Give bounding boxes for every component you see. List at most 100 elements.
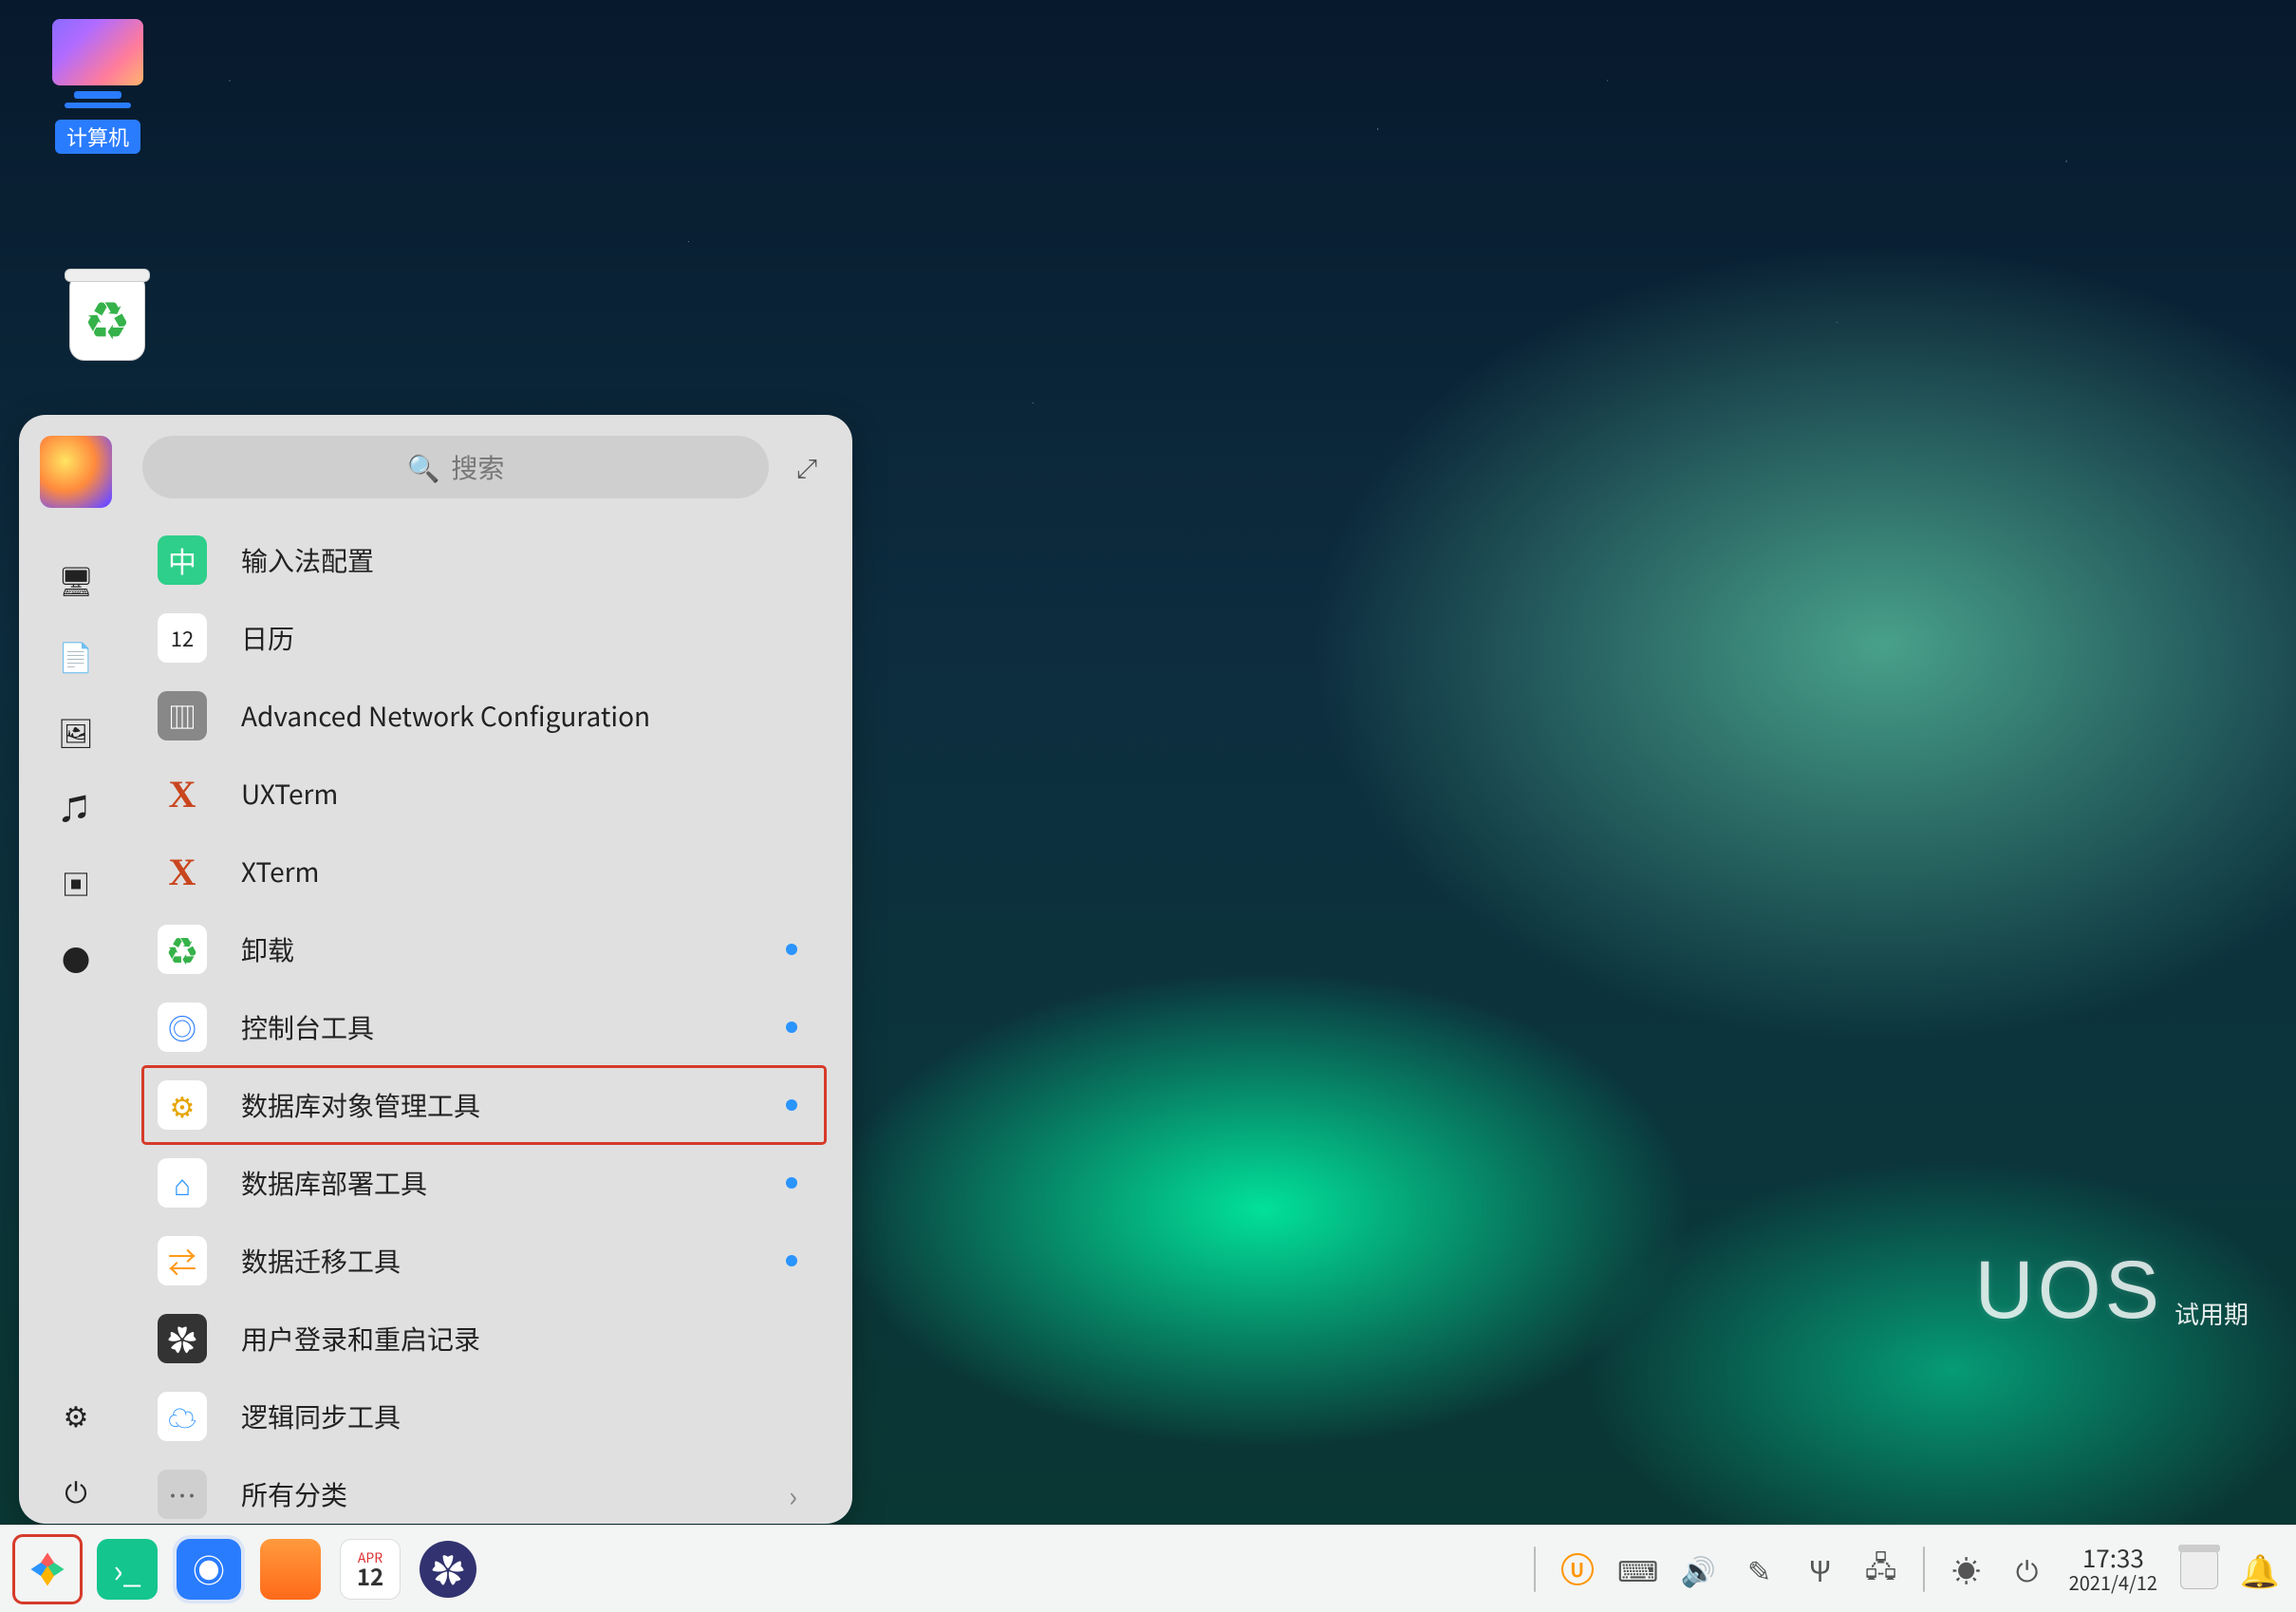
- taskbar-file-manager-button[interactable]: ◉: [177, 1539, 241, 1600]
- dots-icon: ⋯: [158, 1470, 207, 1519]
- app-db-object-management[interactable]: ⚙ 数据库对象管理工具: [142, 1066, 826, 1144]
- tray-keyboard[interactable]: ⌨: [1619, 1548, 1657, 1590]
- tray-update[interactable]: U: [1559, 1553, 1596, 1585]
- app-console-tools[interactable]: ◎ 控制台工具: [142, 988, 826, 1066]
- rail-cat-internet[interactable]: ●: [43, 926, 109, 992]
- calendar-day: 12: [357, 1565, 383, 1587]
- tray-separator: [1534, 1546, 1536, 1592]
- app-login-restart-log[interactable]: ✿ 用户登录和重启记录: [142, 1300, 826, 1378]
- app-uninstall[interactable]: ♻ 卸载: [142, 910, 826, 988]
- tray-trash[interactable]: [2180, 1549, 2218, 1589]
- taskbar-right: U ⌨ 🔊 ✎ Ψ 🖧 ☀ ⏻ 17:33 2021/4/12 🔔: [1534, 1544, 2279, 1595]
- keyboard-icon: ⌨: [1617, 1548, 1658, 1590]
- start-menu-rail: 🖥 📄 🖼 ♫ ▣ ● ⚙ ⏻: [19, 415, 133, 1524]
- new-indicator-icon: [786, 1022, 797, 1033]
- cloud-icon: ☁: [158, 1392, 207, 1441]
- app-calendar[interactable]: 12 日历: [142, 599, 826, 677]
- monitor-icon: 🖥: [58, 558, 94, 600]
- gear-icon: ⚙: [158, 1080, 207, 1130]
- pen-icon: ✎: [1747, 1548, 1771, 1590]
- app-all-categories[interactable]: ⋯ 所有分类 ›: [142, 1455, 826, 1533]
- uos-trial-text: 试用期: [2175, 1296, 2249, 1331]
- app-label: 卸载: [241, 930, 294, 968]
- new-indicator-icon: [786, 1099, 797, 1111]
- rail-power[interactable]: ⏻: [43, 1457, 109, 1524]
- fullscreen-toggle[interactable]: ⤢: [788, 448, 826, 486]
- rail-cat-music[interactable]: ♫: [43, 774, 109, 840]
- search-input[interactable]: 🔍 搜索: [142, 436, 769, 498]
- taskbar-calendar-button[interactable]: APR 12: [340, 1539, 401, 1600]
- app-xterm[interactable]: X XTerm: [142, 833, 826, 910]
- tray-separator: [1923, 1546, 1925, 1592]
- app-list: 中 输入法配置 12 日历 ▥ Advanced Network Configu…: [142, 521, 826, 1533]
- start-menu-main: 🔍 搜索 ⤢ 中 输入法配置 12 日历 ▥ Advanced Network …: [133, 415, 852, 1524]
- gear-dark-icon: ✿: [158, 1314, 207, 1363]
- computer-icon: [52, 19, 143, 85]
- tray-notifications[interactable]: 🔔: [2241, 1546, 2279, 1592]
- uos-brand-logo: UOS: [1975, 1244, 2163, 1338]
- globe-icon: ●: [62, 938, 90, 980]
- transfer-icon: ⇄: [158, 1236, 207, 1285]
- tray-usb[interactable]: Ψ: [1801, 1548, 1839, 1590]
- rail-launcher-home[interactable]: [40, 436, 112, 508]
- trash-icon: [2180, 1549, 2218, 1589]
- chevron-right-icon: ›: [789, 1473, 797, 1515]
- rail-cat-images[interactable]: 🖼: [43, 698, 109, 764]
- desktop-icon-computer[interactable]: 计算机: [36, 19, 159, 154]
- tray-clock[interactable]: 17:33 2021/4/12: [2069, 1545, 2157, 1593]
- power-icon: ⏻: [2016, 1548, 2039, 1590]
- app-input-method[interactable]: 中 输入法配置: [142, 521, 826, 599]
- folder-icon: ◉: [193, 1546, 225, 1592]
- desktop-icon-trash[interactable]: ♻: [46, 275, 169, 366]
- rail-cat-video[interactable]: ▣: [43, 850, 109, 916]
- tray-brightness[interactable]: ☀: [1948, 1548, 1986, 1590]
- rail-settings[interactable]: ⚙: [43, 1381, 109, 1448]
- usb-icon: Ψ: [1809, 1548, 1831, 1590]
- start-menu: 🖥 📄 🖼 ♫ ▣ ● ⚙ ⏻ 🔍 搜索 ⤢ 中 输入法配置 12 日: [19, 415, 852, 1524]
- gear-icon: ⚙: [64, 1394, 89, 1435]
- update-icon: U: [1561, 1553, 1594, 1585]
- control-center-icon: ✿: [432, 1546, 464, 1592]
- volume-icon: 🔊: [1681, 1548, 1716, 1590]
- rail-cat-documents[interactable]: 📄: [43, 622, 109, 688]
- music-icon: ♫: [62, 786, 90, 828]
- app-label: 逻辑同步工具: [241, 1397, 401, 1435]
- rail-cat-computer[interactable]: 🖥: [43, 546, 109, 612]
- picture-icon: 🖼: [58, 710, 94, 752]
- taskbar-control-center-button[interactable]: ✿: [420, 1541, 476, 1598]
- app-label: 所有分类: [241, 1475, 347, 1513]
- tray-network[interactable]: 🖧: [1862, 1544, 1900, 1595]
- network-icon: ▥: [158, 691, 207, 740]
- taskbar-launcher-button[interactable]: [17, 1539, 78, 1600]
- app-label: 数据迁移工具: [241, 1242, 401, 1280]
- clock-date: 2021/4/12: [2069, 1572, 2157, 1593]
- tray-shutdown[interactable]: ⏻: [2008, 1548, 2046, 1590]
- app-advanced-network[interactable]: ▥ Advanced Network Configuration: [142, 677, 826, 755]
- search-icon: 🔍: [407, 448, 440, 486]
- app-label: 输入法配置: [241, 541, 374, 579]
- taskbar-left: ›_ ◉ APR 12 ✿: [17, 1539, 476, 1600]
- app-uxterm[interactable]: X UXTerm: [142, 755, 826, 833]
- taskbar-app-store-button[interactable]: [260, 1539, 321, 1600]
- app-label: 数据库对象管理工具: [241, 1086, 480, 1124]
- app-label: 数据库部署工具: [241, 1164, 427, 1202]
- tray-pen[interactable]: ✎: [1741, 1548, 1779, 1590]
- video-icon: ▣: [62, 862, 90, 904]
- terminal-icon: ›_: [113, 1546, 140, 1592]
- xterm-icon: X: [158, 847, 207, 896]
- app-db-deploy[interactable]: ⌂ 数据库部署工具: [142, 1144, 826, 1222]
- launcher-icon: [28, 1549, 67, 1589]
- target-icon: ◎: [158, 1003, 207, 1052]
- expand-icon: ⤢: [796, 448, 817, 486]
- trash-icon: ♻: [69, 275, 145, 361]
- bell-icon: 🔔: [2240, 1546, 2280, 1592]
- app-label: 用户登录和重启记录: [241, 1320, 480, 1358]
- brightness-icon: ☀: [1952, 1548, 1981, 1590]
- recycle-icon: ♻: [158, 925, 207, 974]
- taskbar-terminal-button[interactable]: ›_: [97, 1539, 158, 1600]
- tray-volume[interactable]: 🔊: [1680, 1548, 1718, 1590]
- document-icon: 📄: [58, 634, 93, 676]
- app-logical-sync[interactable]: ☁ 逻辑同步工具: [142, 1378, 826, 1455]
- calendar-icon: 12: [158, 613, 207, 663]
- app-data-migration[interactable]: ⇄ 数据迁移工具: [142, 1222, 826, 1300]
